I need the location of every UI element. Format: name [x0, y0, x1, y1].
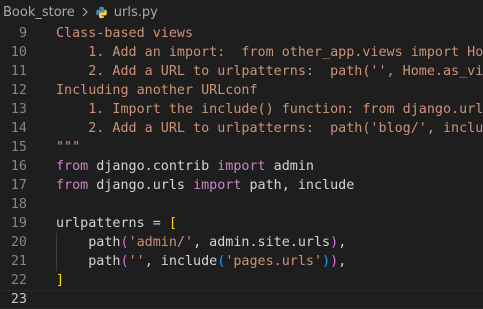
line-number: 9 [18, 26, 27, 41]
code-token: admin [265, 159, 314, 174]
code-token: Class-based views [56, 26, 194, 41]
code-line[interactable]: 23 [0, 290, 483, 309]
indent-guide [56, 233, 57, 271]
line-number: 15 [10, 140, 27, 155]
code-token: ( [120, 235, 129, 250]
code-token: ) [330, 235, 339, 250]
line-number: 19 [10, 216, 27, 231]
code-token: Including another URLconf [56, 83, 258, 98]
code-line[interactable]: 14 2. Add a URL to urlpatterns: path('bl… [0, 119, 483, 138]
code-line[interactable]: 22] [0, 271, 483, 290]
line-number: 10 [10, 45, 27, 60]
code-text: urlpatterns = [ [56, 214, 177, 233]
breadcrumb-file[interactable]: urls.py [95, 5, 158, 20]
code-token: 1. Import the include() function: from d… [88, 102, 483, 117]
code-line[interactable]: 16 from django.contrib import admin [0, 157, 483, 176]
code-token: 'pages.urls' [225, 254, 323, 269]
code-token: 2. Add a URL to urlpatterns: path('', Ho… [88, 64, 483, 79]
code-line[interactable]: 19 urlpatterns = [ [0, 214, 483, 233]
code-line[interactable]: 15 """ [0, 138, 483, 157]
code-token: ] [56, 273, 65, 288]
code-token: import [217, 159, 266, 174]
code-line[interactable]: 18 [0, 195, 483, 214]
line-number: 23 [10, 292, 27, 307]
line-number: 18 [10, 197, 27, 212]
line-number: 20 [10, 235, 27, 250]
code-text: 2. Add a URL to urlpatterns: path('blog/… [56, 119, 483, 138]
code-token: path, include [241, 178, 355, 193]
code-line[interactable]: 17 from django.urls import path, include [0, 176, 483, 195]
line-number: 16 [10, 159, 27, 174]
python-file-icon [95, 6, 108, 19]
code-editor[interactable]: Book_store urls.py 9 Class-based views 10 … [0, 0, 483, 309]
code-token: [ [168, 216, 177, 231]
code-token: path [56, 254, 121, 269]
line-number: 13 [10, 102, 27, 117]
code-line[interactable]: 13 1. Import the include() function: fro… [0, 100, 483, 119]
code-text: 1. Import the include() function: from d… [56, 100, 483, 119]
chevron-right-icon [81, 7, 89, 17]
code-text: Class-based views [56, 24, 193, 43]
code-token: django.urls [88, 178, 194, 193]
line-number: 12 [10, 83, 27, 98]
code-token: 2. Add a URL to urlpatterns: path('blog/… [88, 121, 483, 136]
code-line[interactable]: 21 path('', include('pages.urls')), [0, 252, 483, 271]
code-token: import [193, 178, 242, 193]
code-token: ) [330, 254, 339, 269]
line-number: 11 [10, 64, 27, 79]
breadcrumb-file-label: urls.py [113, 4, 158, 20]
line-number: 17 [10, 178, 27, 193]
code-area[interactable]: 9 Class-based views 10 1. Add an import: f… [0, 24, 483, 309]
code-token: urlpatterns = [56, 216, 169, 231]
code-token: django.contrib [88, 159, 218, 174]
code-line[interactable]: 11 2. Add a URL to urlpatterns: path('',… [0, 62, 483, 81]
code-token: , admin.site.urls [193, 235, 331, 250]
code-token: """ [56, 140, 81, 155]
code-token: from [56, 159, 89, 174]
code-text: Including another URLconf [56, 81, 258, 100]
code-token: path [56, 235, 121, 250]
code-token: 'admin/' [128, 235, 194, 250]
line-number: 22 [10, 273, 27, 288]
line-number: 21 [10, 254, 27, 269]
code-token: , include [144, 254, 218, 269]
code-line[interactable]: 10 1. Add an import: from other_app.view… [0, 43, 483, 62]
breadcrumb-folder[interactable]: Book_store [0, 5, 75, 20]
code-text: ] [56, 271, 64, 290]
code-line[interactable]: 12 Including another URLconf [0, 81, 483, 100]
code-text: """ [56, 138, 80, 157]
code-token: '' [128, 254, 145, 269]
code-token: ( [120, 254, 129, 269]
code-text: 1. Add an import: from other_app.views i… [56, 43, 483, 62]
breadcrumb: Book_store urls.py [0, 0, 483, 24]
code-token: from [56, 178, 89, 193]
code-token: , [338, 254, 347, 269]
code-line[interactable]: 9 Class-based views [0, 24, 483, 43]
code-text: 2. Add a URL to urlpatterns: path('', Ho… [56, 62, 483, 81]
code-text: path('', include('pages.urls')), [56, 252, 346, 271]
code-line[interactable]: 20 path('admin/', admin.site.urls), [0, 233, 483, 252]
code-token: ) [322, 254, 331, 269]
line-number: 14 [10, 121, 27, 136]
code-text: path('admin/', admin.site.urls), [56, 233, 346, 252]
code-token: , [338, 235, 347, 250]
code-text: from django.contrib import admin [56, 157, 314, 176]
code-token: 1. Add an import: from other_app.views i… [56, 45, 483, 60]
code-text: from django.urls import path, include [56, 176, 354, 195]
